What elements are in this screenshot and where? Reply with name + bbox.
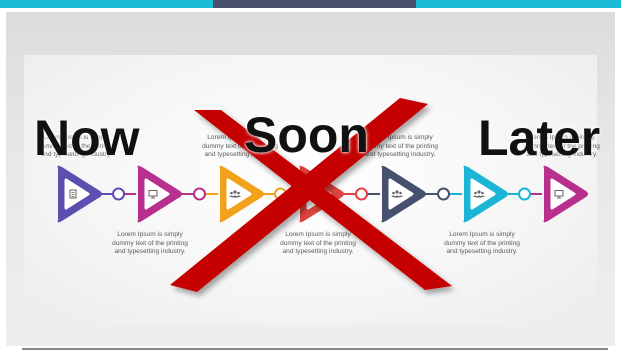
slide-bottom-rule bbox=[22, 348, 608, 350]
label-soon: Soon bbox=[244, 107, 369, 163]
label-now: Now bbox=[34, 110, 140, 166]
cross-out-mark bbox=[170, 98, 452, 292]
label-later: Later bbox=[478, 110, 601, 166]
